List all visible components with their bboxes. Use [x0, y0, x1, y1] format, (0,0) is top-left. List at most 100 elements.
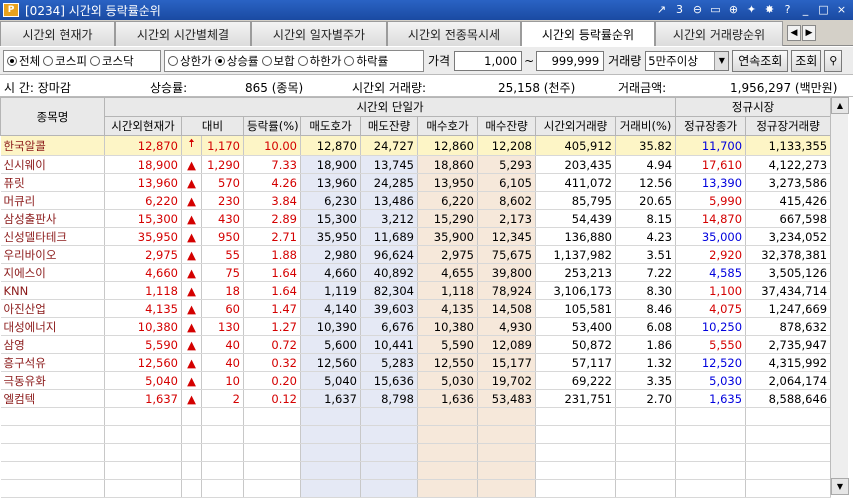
table-row[interactable]: 아진산업 4,135 ▲ 60 1.47 4,140 39,603 4,135 14,508 10…	[0, 299, 832, 318]
cell-vol-ratio: 1.32	[615, 353, 677, 372]
cell-price: 35,950	[104, 227, 182, 246]
column-header[interactable]: 매수잔량	[477, 116, 536, 136]
market-radio-3[interactable]: 코스닥	[89, 53, 134, 69]
scroll-up-icon[interactable]: ▲	[831, 97, 849, 114]
continuous-query-button[interactable]: 연속조회	[732, 49, 789, 72]
vertical-scrollbar[interactable]: ▲ ▼	[830, 97, 849, 495]
cell-reg-volume: 415,426	[745, 191, 832, 210]
header-name[interactable]: 종목명	[0, 97, 105, 136]
tab-2[interactable]: 시간외 시간별체결	[115, 21, 251, 46]
radio-button-icon[interactable]	[43, 55, 54, 66]
empty-cell	[360, 461, 418, 480]
amount-label: 거래금액:	[618, 81, 667, 95]
cell-ask: 6,230	[300, 191, 361, 210]
copy-icon[interactable]: ▭	[708, 2, 723, 17]
cell-volume: 203,435	[535, 155, 616, 174]
table-row[interactable]	[0, 407, 832, 426]
cell-bid-qty: 19,702	[477, 371, 536, 390]
table-row[interactable]: 극동유화 5,040 ▲ 10 0.20 5,040 15,636 5,030 19,702 69…	[0, 371, 832, 390]
help-icon[interactable]: ?	[780, 2, 795, 17]
table-row[interactable]: 대성에너지 10,380 ▲ 130 1.27 10,390 6,676 10,380 4,93…	[0, 317, 832, 336]
chevron-down-icon[interactable]: ▼	[714, 51, 729, 70]
column-header[interactable]: 매도호가	[300, 116, 361, 136]
table-row[interactable]: 머큐리 6,220 ▲ 230 3.84 6,230 13,486 6,220 8,602 85,…	[0, 191, 832, 210]
table-row[interactable]: 퓨릿 13,960 ▲ 570 4.26 13,960 24,285 13,950 6,105 4…	[0, 173, 832, 192]
pin-icon[interactable]: ✦	[744, 2, 759, 17]
table-row[interactable]	[0, 425, 832, 444]
column-header[interactable]: 매도잔량	[360, 116, 418, 136]
close-icon[interactable]: ×	[834, 2, 849, 17]
zoom-out-icon[interactable]: ⊖	[690, 2, 705, 17]
radio-button-icon[interactable]	[7, 55, 17, 66]
stock-name: 엘컴텍	[0, 389, 105, 408]
column-header[interactable]: 정규장종가	[675, 116, 747, 136]
market-radio-2[interactable]: 코스피	[43, 53, 87, 69]
table-row[interactable]	[0, 461, 832, 480]
cell-bid: 1,636	[417, 389, 478, 408]
cell-ask-qty: 13,486	[360, 191, 418, 210]
table-row[interactable]: 삼성출판사 15,300 ▲ 430 2.89 15,300 3,212 15,290 2,17…	[0, 209, 832, 228]
market-radio-1[interactable]: 전체	[7, 53, 40, 69]
filter-icon[interactable]: ⚲	[824, 49, 843, 72]
rank-radio-5[interactable]: 하락률	[344, 53, 388, 69]
column-header[interactable]: 거래비(%)	[614, 116, 677, 136]
settings-icon[interactable]: ✸	[762, 2, 777, 17]
page-3-icon[interactable]: 3	[672, 2, 687, 17]
tab-5[interactable]: 시간외 등락률순위	[521, 21, 655, 46]
query-button[interactable]: 조회	[791, 49, 822, 72]
rank-radio-4[interactable]: 하한가	[297, 53, 341, 69]
stock-name: 신시웨이	[0, 155, 105, 174]
tab-4[interactable]: 시간외 전종목시세	[387, 21, 521, 46]
table-row[interactable]: 우리바이오 2,975 ▲ 55 1.88 2,980 96,624 2,975 75,675 1…	[0, 245, 832, 264]
up-triangle-icon: ▲	[181, 317, 202, 336]
table-row[interactable]: 신성델타테크 35,950 ▲ 950 2.71 35,950 11,689 35,900 12…	[0, 227, 832, 246]
table-row[interactable]: 흥구석유 12,560 ▲ 40 0.32 12,560 5,283 12,550 15,177…	[0, 353, 832, 372]
tab-3[interactable]: 시간외 일자별주가	[251, 21, 387, 46]
empty-cell	[535, 443, 616, 462]
radio-button-icon[interactable]	[297, 55, 308, 66]
tab-1[interactable]: 시간외 현재가	[0, 21, 115, 46]
cell-rate: 1.27	[243, 317, 301, 336]
scroll-down-icon[interactable]: ▼	[831, 478, 849, 495]
table-row[interactable]: KNN 1,118 ▲ 18 1.64 1,119 82,304 1,118 78,924 3,1…	[0, 281, 832, 300]
price-from-input[interactable]: 1,000	[454, 50, 523, 71]
cell-close: 13,390	[675, 173, 747, 192]
cell-ask: 1,637	[300, 389, 361, 408]
column-header[interactable]: 정규장거래량	[745, 116, 832, 136]
radio-button-icon[interactable]	[344, 55, 355, 66]
radio-button-icon[interactable]	[261, 55, 272, 66]
chevron-right-icon[interactable]: ▶	[802, 25, 816, 41]
rank-radio-2[interactable]: 상승률	[214, 53, 259, 69]
radio-button-icon[interactable]	[89, 55, 100, 66]
column-header[interactable]: 시간외현재가	[104, 116, 182, 136]
rank-radio-3[interactable]: 보합	[261, 53, 295, 69]
maximize-icon[interactable]: □	[816, 2, 831, 17]
volume-select[interactable]: 5만주이상 ▼	[645, 50, 730, 71]
rank-radio-1[interactable]: 상한가	[168, 53, 212, 69]
column-header[interactable]: 시간외거래량	[535, 116, 616, 136]
column-header[interactable]: 등락률(%)	[243, 116, 301, 136]
minimize-icon[interactable]: _	[798, 2, 813, 17]
cell-ask-qty: 5,283	[360, 353, 418, 372]
column-header[interactable]: 대비	[181, 116, 244, 136]
table-row[interactable]	[0, 479, 832, 498]
table-row[interactable]: 삼영 5,590 ▲ 40 0.72 5,600 10,441 5,590 12,089 50,8…	[0, 335, 832, 354]
table-row[interactable]: 지에스이 4,660 ▲ 75 1.64 4,660 40,892 4,655 39,800 25…	[0, 263, 832, 282]
column-header[interactable]: 매수호가	[417, 116, 478, 136]
price-to-input[interactable]: 999,999	[536, 50, 605, 71]
empty-cell	[745, 407, 832, 426]
zoom-in-icon[interactable]: ⊕	[726, 2, 741, 17]
cell-vol-ratio: 8.15	[615, 209, 677, 228]
empty-cell	[181, 425, 202, 444]
radio-button-icon[interactable]	[214, 55, 225, 66]
cell-close: 11,700	[675, 135, 747, 156]
cell-close: 5,030	[675, 371, 747, 390]
chevron-left-icon[interactable]: ◀	[787, 25, 801, 41]
link-icon[interactable]: ↗	[654, 2, 669, 17]
tab-6[interactable]: 시간외 거래량순위	[655, 21, 783, 46]
radio-button-icon[interactable]	[168, 55, 178, 66]
table-row[interactable]: 한국알콜 12,870 🠅 1,170 10.00 12,870 24,727 12,860 1…	[0, 135, 832, 156]
table-row[interactable]: 신시웨이 18,900 ▲ 1,290 7.33 18,900 13,745 18,860 5,…	[0, 155, 832, 174]
table-row[interactable]	[0, 443, 832, 462]
table-row[interactable]: 엘컴텍 1,637 ▲ 2 0.12 1,637 8,798 1,636 53,483 231,7…	[0, 389, 832, 408]
